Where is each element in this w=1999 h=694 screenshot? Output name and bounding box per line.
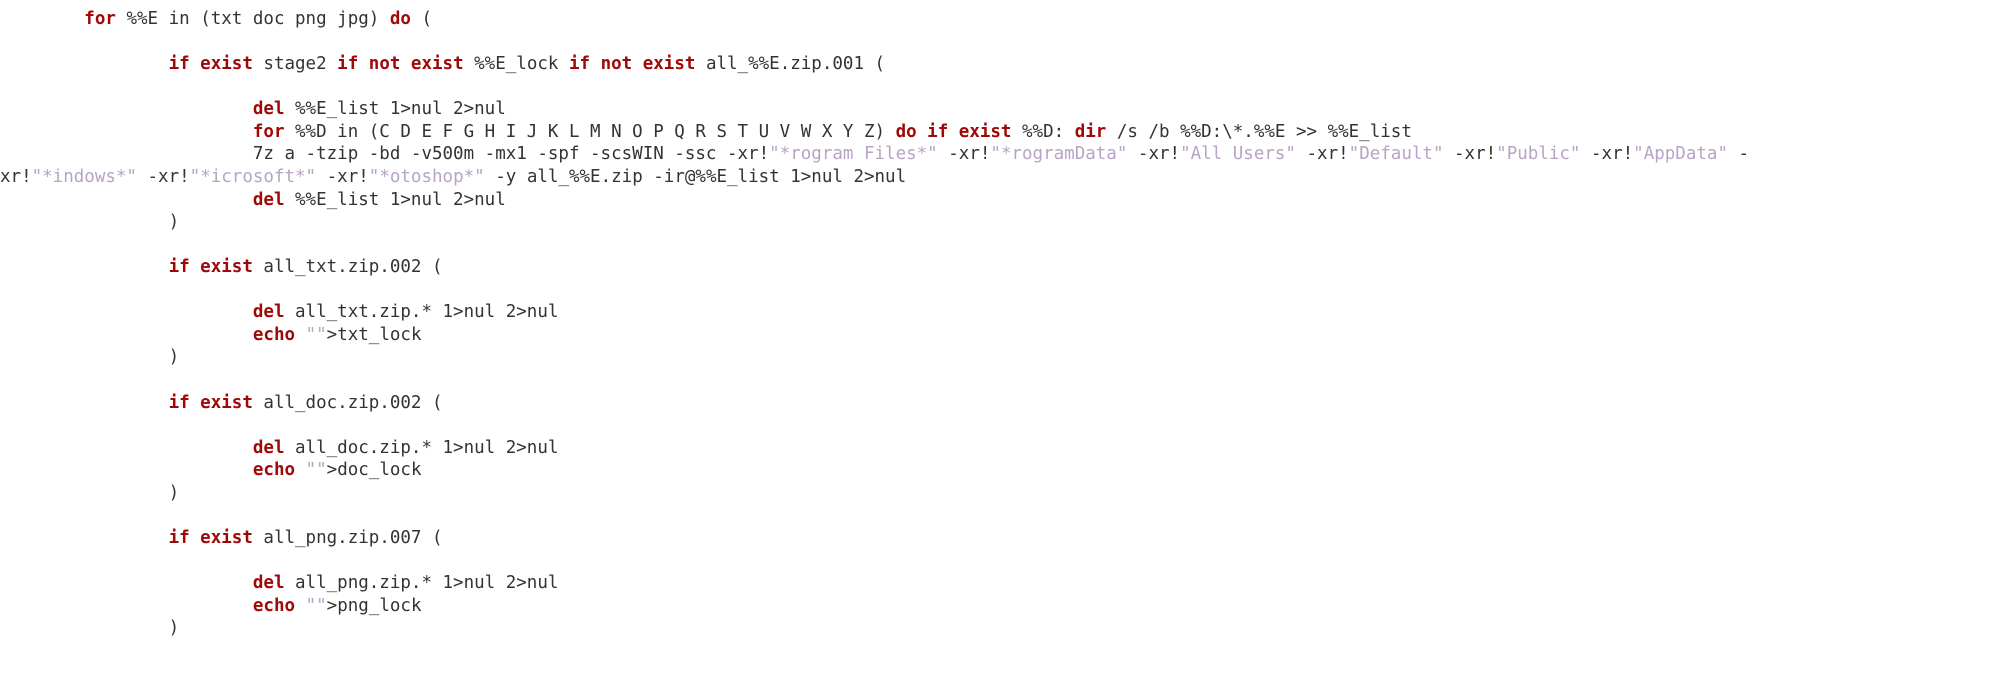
code-block: for %%E in (txt doc png jpg) do ( if exi… — [0, 0, 1999, 666]
code-content: for %%E in (txt doc png jpg) do ( if exi… — [0, 9, 1749, 638]
